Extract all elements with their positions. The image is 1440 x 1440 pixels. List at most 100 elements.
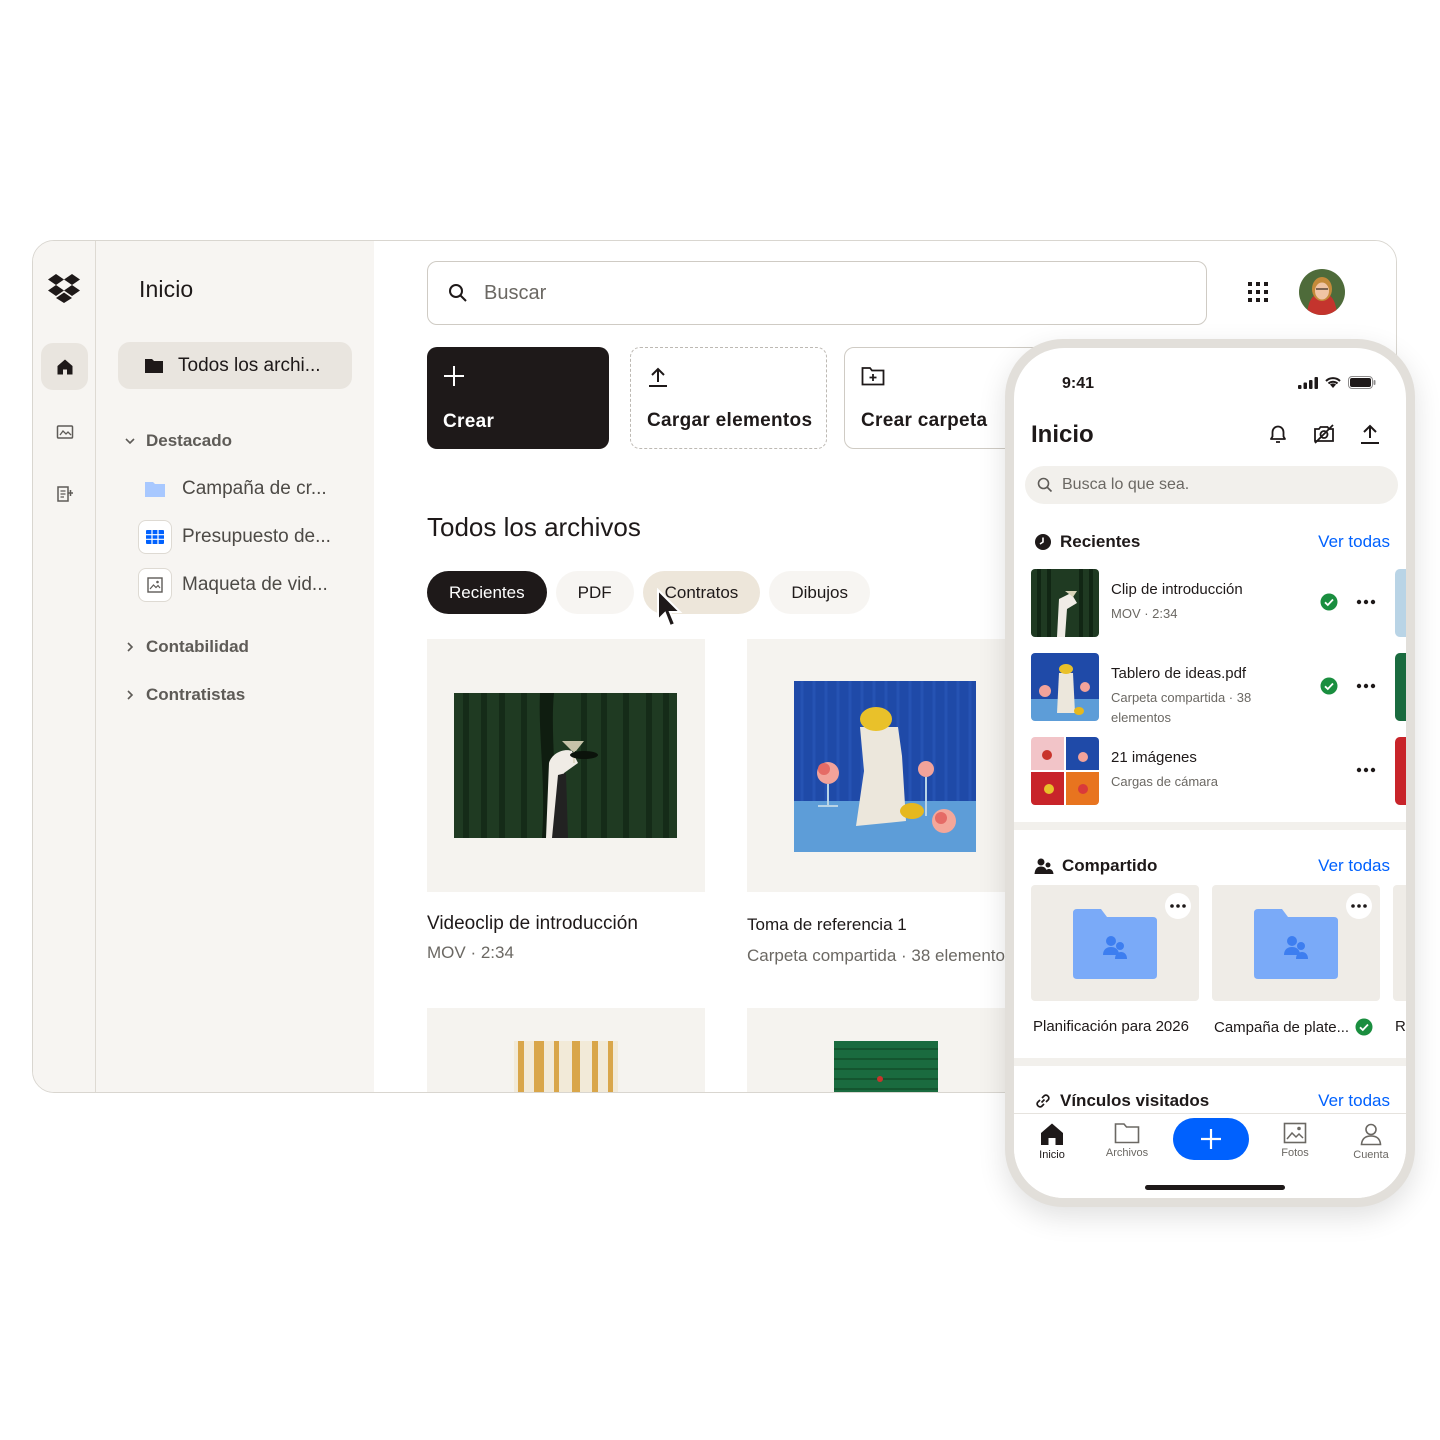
home-icon [57, 359, 72, 374]
phone-search-bar[interactable] [1025, 466, 1398, 504]
recent-row-images[interactable]: 21 imágenes Cargas de cámara [1031, 737, 1406, 805]
shared-folder-name: Planificación para 2026 [1033, 1018, 1189, 1035]
recent-meta: MOV · 2:34 [1111, 606, 1178, 621]
sidebar-item-label: Todos los archi... [178, 354, 321, 376]
filter-chip-pdf[interactable]: PDF [555, 571, 634, 614]
create-button[interactable]: Crear [427, 347, 609, 449]
sidebar-title: Inicio [139, 276, 194, 302]
rail-documents-button[interactable] [41, 470, 88, 517]
more-options-icon[interactable] [1356, 599, 1376, 605]
synced-check-icon [1320, 677, 1338, 695]
mouse-cursor-icon [657, 588, 683, 628]
row-peek-thumbnail [1395, 653, 1406, 721]
featured-item-mockup[interactable]: Maqueta de vid... [138, 568, 328, 602]
search-bar[interactable] [427, 261, 1207, 325]
home-indicator [1145, 1185, 1285, 1190]
thumbnail-still-life [794, 681, 976, 852]
section-accounting[interactable]: Contabilidad [124, 637, 249, 657]
featured-item-label: Maqueta de vid... [182, 574, 328, 595]
sidebar: Inicio Todos los archi... Destacado Camp… [96, 241, 374, 1092]
shared-folder-name: Campaña de plate... [1214, 1018, 1350, 1036]
file-card-green[interactable] [747, 1008, 1025, 1092]
more-options-icon[interactable] [1356, 767, 1376, 773]
dropbox-logo-icon[interactable] [47, 271, 81, 305]
recent-meta: Carpeta compartida · 38 elementos [1111, 690, 1252, 725]
featured-item-budget[interactable]: Presupuesto de... [138, 520, 331, 554]
shared-folder-icon [1254, 909, 1338, 979]
more-options-icon[interactable] [1356, 683, 1376, 689]
chevron-right-icon [127, 642, 134, 652]
apps-grid-icon[interactable] [1247, 281, 1269, 303]
file-card-curtain[interactable] [427, 1008, 705, 1092]
spreadsheet-icon [146, 530, 164, 544]
thumbnail-still-life [1031, 653, 1099, 721]
file-card-intro-clip[interactable] [427, 639, 705, 892]
thumbnail-image-grid [1031, 737, 1099, 805]
recents-see-all-link[interactable]: Ver todas [1318, 532, 1390, 552]
clock-icon [1035, 534, 1051, 550]
section-contractors[interactable]: Contratistas [124, 685, 245, 705]
recent-meta: Cargas de cámara [1111, 774, 1218, 789]
thumbnail-video [1031, 569, 1099, 637]
photo-folder-icon [56, 424, 73, 439]
recent-row-moodboard[interactable]: Tablero de ideas.pdf Carpeta compartida … [1031, 653, 1406, 725]
section-label: Contabilidad [146, 637, 249, 656]
section-label: Contratistas [146, 685, 246, 704]
file-title: Videoclip de introducción [427, 913, 638, 934]
links-label: Vínculos visitados [1060, 1091, 1210, 1110]
recent-name: Clip de introducción [1111, 581, 1243, 598]
shared-folder-icon [1073, 909, 1157, 979]
status-indicators [1298, 376, 1376, 389]
upload-button[interactable]: Cargar elementos [630, 347, 827, 449]
tab-photos[interactable]: Fotos [1265, 1122, 1325, 1159]
featured-item-campaign[interactable]: Campaña de cr... [138, 472, 327, 506]
shared-people-icon [1034, 858, 1054, 874]
search-input[interactable] [484, 281, 1084, 305]
create-folder-label: Crear carpeta [861, 410, 988, 431]
shared-folder-card-partial[interactable] [1393, 885, 1406, 1001]
sidebar-item-all-files[interactable]: Todos los archi... [118, 342, 352, 389]
phone-search-input[interactable] [1062, 476, 1362, 494]
upload-icon [649, 367, 667, 387]
signal-icon [1298, 376, 1318, 389]
shared-see-all-link[interactable]: Ver todas [1318, 856, 1390, 876]
links-see-all-link[interactable]: Ver todas [1318, 1091, 1390, 1111]
shared-folder-card[interactable] [1212, 885, 1380, 1001]
plus-icon [444, 366, 464, 386]
more-options-button[interactable] [1165, 893, 1191, 919]
icon-rail [33, 241, 96, 1092]
phone-header-actions [1266, 422, 1382, 446]
document-plus-icon [56, 485, 73, 502]
camera-off-icon[interactable] [1312, 422, 1336, 446]
plus-icon [1201, 1129, 1221, 1149]
rail-photos-button[interactable] [41, 408, 88, 455]
filter-chip-drawings[interactable]: Dibujos [769, 571, 871, 614]
status-time: 9:41 [1062, 375, 1095, 392]
upload-label: Cargar elementos [647, 410, 813, 431]
recents-header: Recientes [1034, 532, 1140, 552]
image-file-icon [147, 577, 163, 593]
filter-chip-recent[interactable]: Recientes [427, 571, 547, 614]
add-button[interactable] [1173, 1118, 1249, 1160]
section-featured[interactable]: Destacado [124, 431, 232, 451]
rail-home-button[interactable] [41, 343, 88, 390]
more-options-button[interactable] [1346, 893, 1372, 919]
file-meta: Carpeta compartida · 38 elementos [747, 946, 1014, 965]
file-card-reference-shot[interactable] [747, 639, 1025, 892]
tab-account[interactable]: Cuenta [1341, 1122, 1401, 1161]
phone-screen: 9:41 Inicio Recientes Ver todas Clip de [1014, 348, 1406, 1198]
tab-files[interactable]: Archivos [1097, 1122, 1157, 1159]
folder-icon [145, 359, 163, 373]
synced-check-icon [1355, 1018, 1373, 1036]
bell-icon[interactable] [1266, 422, 1290, 446]
upload-icon[interactable] [1358, 422, 1382, 446]
tab-home[interactable]: Inicio [1022, 1122, 1082, 1161]
recent-row-clip[interactable]: Clip de introducción MOV · 2:34 [1031, 569, 1406, 637]
thumbnail-curtain [514, 1041, 618, 1092]
shared-folder-card[interactable] [1031, 885, 1199, 1001]
shared-header: Compartido [1034, 856, 1157, 876]
more-options-icon [1351, 904, 1367, 908]
filter-chips: Recientes PDF Contratos Dibujos [427, 571, 871, 614]
avatar[interactable] [1299, 269, 1345, 315]
featured-item-label: Presupuesto de... [182, 526, 331, 547]
